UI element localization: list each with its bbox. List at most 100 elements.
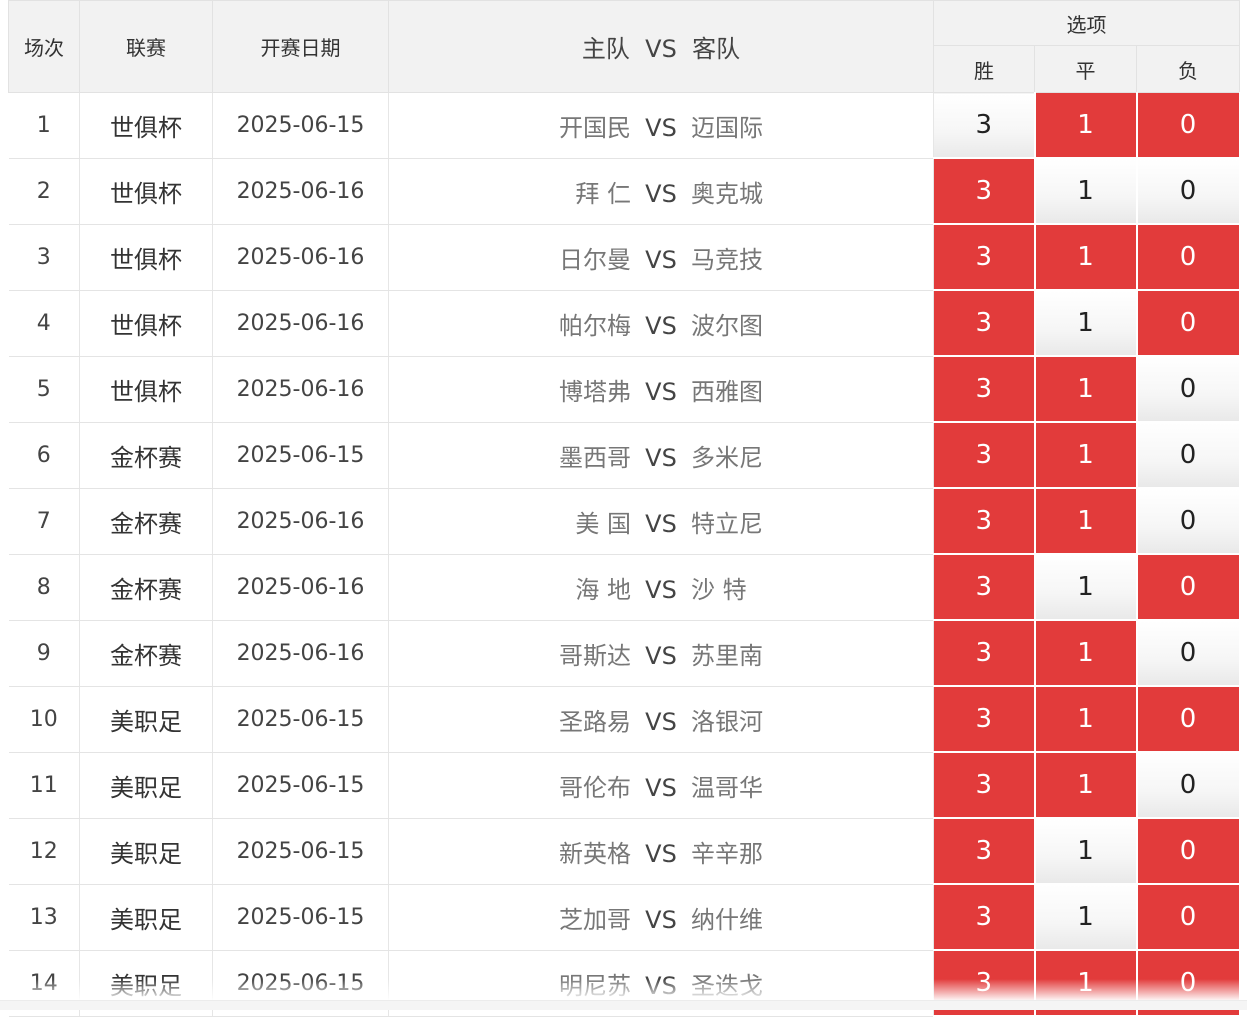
option-draw-button[interactable]: 1 xyxy=(1034,620,1138,687)
row-league: 美职足 xyxy=(79,884,213,951)
row-date: 2025-06-16 xyxy=(212,158,389,225)
row-match: 帕尔梅 VS 波尔图 xyxy=(388,290,934,357)
row-index: 2 xyxy=(8,158,80,225)
home-team: 拜 仁 xyxy=(575,179,631,208)
table-row: 1 世俱杯 2025-06-15 开国民 VS 迈国际 3 1 0 xyxy=(8,92,1241,159)
away-team: 奥克城 xyxy=(691,179,763,208)
option-lose-button[interactable]: 0 xyxy=(1136,620,1241,687)
vs-label: VS xyxy=(645,971,677,1000)
away-team: 多米尼 xyxy=(691,443,763,472)
option-win-button[interactable]: 3 xyxy=(933,224,1036,291)
option-win-button[interactable]: 3 xyxy=(933,488,1036,555)
col-header-lose: 负 xyxy=(1135,45,1241,93)
option-lose-button[interactable]: 0 xyxy=(1136,488,1241,555)
table-row: 7 金杯赛 2025-06-16 美 国 VS 特立尼 3 1 0 xyxy=(8,488,1241,555)
row-date: 2025-06-16 xyxy=(212,290,389,357)
home-team: 博塔弗 xyxy=(559,377,631,406)
option-draw-button[interactable]: 1 xyxy=(1034,818,1138,885)
table-row: 9 金杯赛 2025-06-16 哥斯达 VS 苏里南 3 1 0 xyxy=(8,620,1241,687)
row-league: 金杯赛 xyxy=(79,554,213,621)
vs-label: VS xyxy=(645,641,677,670)
row-league: 美职足 xyxy=(79,752,213,819)
vs-label: VS xyxy=(645,773,677,802)
row-date: 2025-06-16 xyxy=(212,224,389,291)
table-row: 11 美职足 2025-06-15 哥伦布 VS 温哥华 3 1 0 xyxy=(8,752,1241,819)
home-team: 海 地 xyxy=(575,575,631,604)
option-win-button[interactable]: 3 xyxy=(933,686,1036,753)
option-draw-button[interactable]: 1 xyxy=(1034,356,1138,423)
option-win-button[interactable]: 3 xyxy=(933,158,1036,225)
row-league: 美职足 xyxy=(79,818,213,885)
away-team: 特立尼 xyxy=(691,509,763,538)
row-match: 哥伦布 VS 温哥华 xyxy=(388,752,934,819)
row-date: 2025-06-16 xyxy=(212,488,389,555)
option-win-button[interactable]: 3 xyxy=(933,92,1036,159)
row-match: 哥斯达 VS 苏里南 xyxy=(388,620,934,687)
option-win-button[interactable]: 3 xyxy=(933,818,1036,885)
option-win-button[interactable]: 3 xyxy=(933,620,1036,687)
away-team: 圣迭戈 xyxy=(691,971,763,1000)
match-rows: 1 世俱杯 2025-06-15 开国民 VS 迈国际 3 1 0 2 世俱杯 2025-06-16 拜… xyxy=(8,92,1241,1017)
option-win-button[interactable]: 3 xyxy=(933,422,1036,489)
option-draw-button[interactable]: 1 xyxy=(1034,158,1138,225)
option-lose-button[interactable]: 0 xyxy=(1136,686,1241,753)
home-team: 哥伦布 xyxy=(559,773,631,802)
option-lose-button[interactable]: 0 xyxy=(1136,290,1241,357)
vs-label: VS xyxy=(645,905,677,934)
table-row: 13 美职足 2025-06-15 芝加哥 VS 纳什维 3 1 0 xyxy=(8,884,1241,951)
home-team: 墨西哥 xyxy=(559,443,631,472)
row-match: 海 地 VS 沙 特 xyxy=(388,554,934,621)
option-lose-button[interactable]: 0 xyxy=(1136,158,1241,225)
row-league: 金杯赛 xyxy=(79,620,213,687)
vs-label: VS xyxy=(645,113,677,142)
option-lose-button[interactable]: 0 xyxy=(1136,752,1241,819)
option-win-button[interactable]: 3 xyxy=(933,356,1036,423)
row-league: 世俱杯 xyxy=(79,224,213,291)
option-draw-button[interactable]: 1 xyxy=(1034,224,1138,291)
option-win-button[interactable]: 3 xyxy=(933,554,1036,621)
option-win-button[interactable]: 3 xyxy=(933,884,1036,951)
option-draw-button[interactable]: 1 xyxy=(1034,884,1138,951)
row-date: 2025-06-16 xyxy=(212,620,389,687)
row-index: 4 xyxy=(8,290,80,357)
row-match: 芝加哥 VS 纳什维 xyxy=(388,884,934,951)
option-draw-button[interactable]: 1 xyxy=(1034,290,1138,357)
row-date: 2025-06-15 xyxy=(212,422,389,489)
row-date: 2025-06-15 xyxy=(212,686,389,753)
option-lose-button[interactable]: 0 xyxy=(1136,92,1241,159)
row-date: 2025-06-15 xyxy=(212,818,389,885)
row-index: 9 xyxy=(8,620,80,687)
row-date: 2025-06-15 xyxy=(212,92,389,159)
away-team: 洛银河 xyxy=(691,707,763,736)
col-header-index: 场次 xyxy=(8,0,80,93)
option-draw-button[interactable]: 1 xyxy=(1034,92,1138,159)
col-header-match: 主队 VS 客队 xyxy=(388,0,934,93)
option-lose-button[interactable]: 0 xyxy=(1136,818,1241,885)
away-team: 温哥华 xyxy=(691,773,763,802)
option-draw-button[interactable]: 1 xyxy=(1034,686,1138,753)
row-index: 3 xyxy=(8,224,80,291)
option-win-button[interactable]: 3 xyxy=(933,752,1036,819)
home-team: 芝加哥 xyxy=(559,905,631,934)
row-index: 12 xyxy=(8,818,80,885)
option-win-button[interactable]: 3 xyxy=(933,290,1036,357)
option-lose-button[interactable]: 0 xyxy=(1136,884,1241,951)
option-draw-button[interactable]: 1 xyxy=(1034,422,1138,489)
away-team: 西雅图 xyxy=(691,377,763,406)
option-draw-button[interactable]: 1 xyxy=(1034,752,1138,819)
option-lose-button[interactable]: 0 xyxy=(1136,224,1241,291)
vs-label: VS xyxy=(645,311,677,340)
option-lose-button[interactable]: 0 xyxy=(1136,554,1241,621)
home-team: 美 国 xyxy=(575,509,631,538)
vs-label: VS xyxy=(645,839,677,868)
option-draw-button[interactable]: 1 xyxy=(1034,488,1138,555)
option-lose-button[interactable]: 0 xyxy=(1136,356,1241,423)
away-team: 波尔图 xyxy=(691,311,763,340)
row-index: 6 xyxy=(8,422,80,489)
option-draw-button[interactable]: 1 xyxy=(1034,554,1138,621)
option-lose-button[interactable]: 0 xyxy=(1136,422,1241,489)
vs-label: VS xyxy=(645,575,677,604)
row-league: 世俱杯 xyxy=(79,290,213,357)
col-header-league: 联赛 xyxy=(79,0,213,93)
vs-label: VS xyxy=(645,377,677,406)
